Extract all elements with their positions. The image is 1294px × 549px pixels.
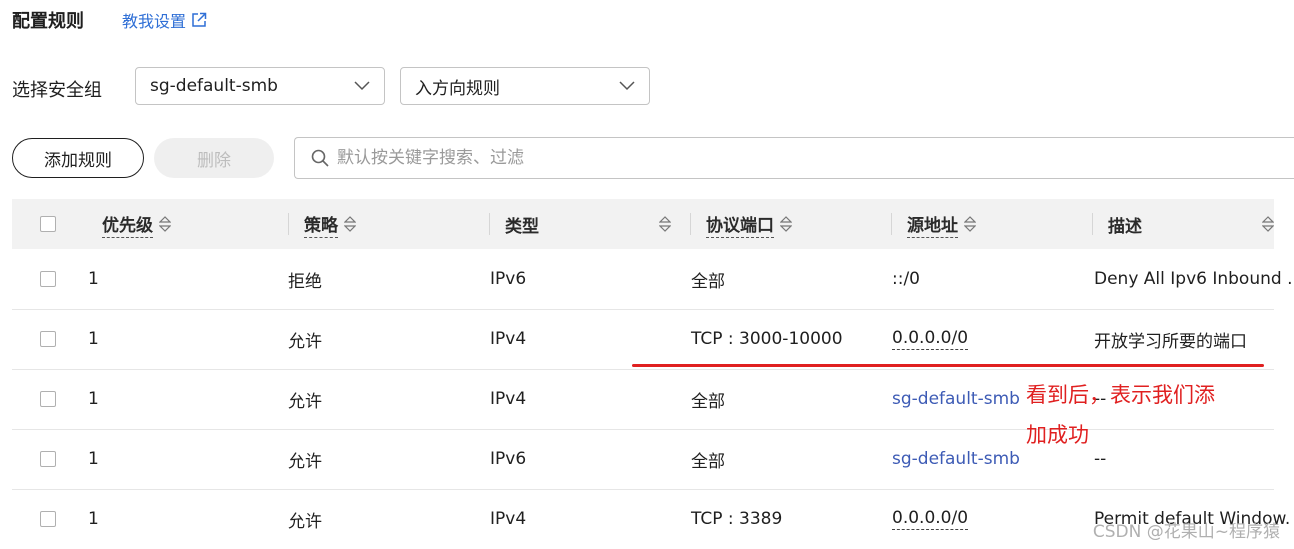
- cell-description: Deny All Ipv6 Inbound .: [1094, 269, 1293, 289]
- cell-priority: 1: [88, 509, 99, 529]
- row-checkbox[interactable]: [40, 391, 56, 407]
- column-type-sort[interactable]: [659, 199, 671, 249]
- sort-icon[interactable]: [159, 216, 171, 232]
- column-separator: [489, 213, 490, 235]
- security-group-label: 选择安全组: [12, 80, 102, 101]
- search-icon: [311, 149, 329, 167]
- column-port[interactable]: 协议端口: [706, 199, 792, 249]
- cell-description: 开放学习所要的端口: [1094, 331, 1247, 352]
- direction-select[interactable]: 入方向规则: [400, 67, 650, 105]
- table-row: 1 拒绝 IPv6 全部 ::/0 Deny All Ipv6 Inbound …: [12, 249, 1292, 310]
- external-link-icon: [192, 12, 207, 27]
- table-header: 优先级 策略 类型 协议端口 源地址 描述: [12, 199, 1274, 249]
- page-title: 配置规则: [12, 11, 84, 32]
- cell-source: ::/0: [892, 269, 920, 289]
- column-type: 类型: [505, 216, 539, 237]
- cell-policy: 允许: [288, 511, 322, 532]
- delete-button[interactable]: 删除: [154, 138, 274, 178]
- source-sg-link[interactable]: sg-default-smb: [892, 369, 1020, 429]
- sort-icon[interactable]: [1262, 216, 1274, 232]
- sort-icon[interactable]: [659, 216, 671, 232]
- cell-type: IPv4: [490, 389, 527, 409]
- guide-link-label: 教我设置: [122, 12, 187, 31]
- column-description: 描述: [1108, 216, 1142, 237]
- column-separator: [690, 213, 691, 235]
- row-checkbox[interactable]: [40, 511, 56, 527]
- row-checkbox[interactable]: [40, 331, 56, 347]
- watermark: CSDN @花果山~程序猿: [1092, 522, 1280, 542]
- annotation-text: 看到后，表示我们添 加成功: [1026, 383, 1215, 447]
- column-policy[interactable]: 策略: [304, 199, 356, 249]
- sort-icon[interactable]: [780, 216, 792, 232]
- row-checkbox[interactable]: [40, 451, 56, 467]
- table-row: 1 允许 IPv4 TCP : 3000-10000 0.0.0.0/0 开放学…: [12, 309, 1274, 370]
- column-priority[interactable]: 优先级: [102, 199, 171, 249]
- security-group-value: sg-default-smb: [150, 76, 278, 96]
- column-description-sort[interactable]: [1262, 199, 1274, 249]
- column-separator: [288, 213, 289, 235]
- cell-priority: 1: [88, 389, 99, 409]
- security-group-select[interactable]: sg-default-smb: [135, 67, 385, 105]
- sort-icon[interactable]: [344, 216, 356, 232]
- column-source[interactable]: 源地址: [907, 199, 976, 249]
- cell-port: TCP : 3000-10000: [691, 329, 843, 349]
- add-rule-button[interactable]: 添加规则: [12, 138, 144, 178]
- guide-link[interactable]: 教我设置: [122, 8, 207, 32]
- cell-source: 0.0.0.0/0: [892, 328, 969, 350]
- select-all-checkbox[interactable]: [40, 216, 56, 232]
- cell-type: IPv4: [490, 509, 527, 529]
- table-row: 1 允许 IPv4 TCP : 3389 0.0.0.0/0 Permit de…: [12, 489, 1290, 549]
- row-checkbox[interactable]: [40, 271, 56, 287]
- chevron-down-icon: [619, 81, 635, 91]
- cell-policy: 允许: [288, 391, 322, 412]
- cell-priority: 1: [88, 449, 99, 469]
- annotation-underline: [632, 364, 1264, 367]
- direction-value: 入方向规则: [415, 78, 500, 99]
- cell-port: TCP : 3389: [691, 509, 783, 529]
- search-box: [294, 137, 1294, 179]
- cell-type: IPv6: [490, 449, 527, 469]
- cell-type: IPv6: [490, 269, 527, 289]
- cell-priority: 1: [88, 269, 99, 289]
- cell-source: 0.0.0.0/0: [892, 508, 969, 530]
- cell-policy: 允许: [288, 331, 322, 352]
- search-input[interactable]: [335, 147, 1239, 169]
- cell-port: 全部: [691, 271, 725, 292]
- column-separator: [1092, 213, 1093, 235]
- column-separator: [891, 213, 892, 235]
- cell-policy: 拒绝: [288, 271, 322, 292]
- source-sg-link[interactable]: sg-default-smb: [892, 429, 1020, 489]
- cell-policy: 允许: [288, 451, 322, 472]
- cell-port: 全部: [691, 391, 725, 412]
- chevron-down-icon: [354, 81, 370, 91]
- cell-priority: 1: [88, 329, 99, 349]
- sort-icon[interactable]: [964, 216, 976, 232]
- cell-type: IPv4: [490, 329, 527, 349]
- cell-port: 全部: [691, 451, 725, 472]
